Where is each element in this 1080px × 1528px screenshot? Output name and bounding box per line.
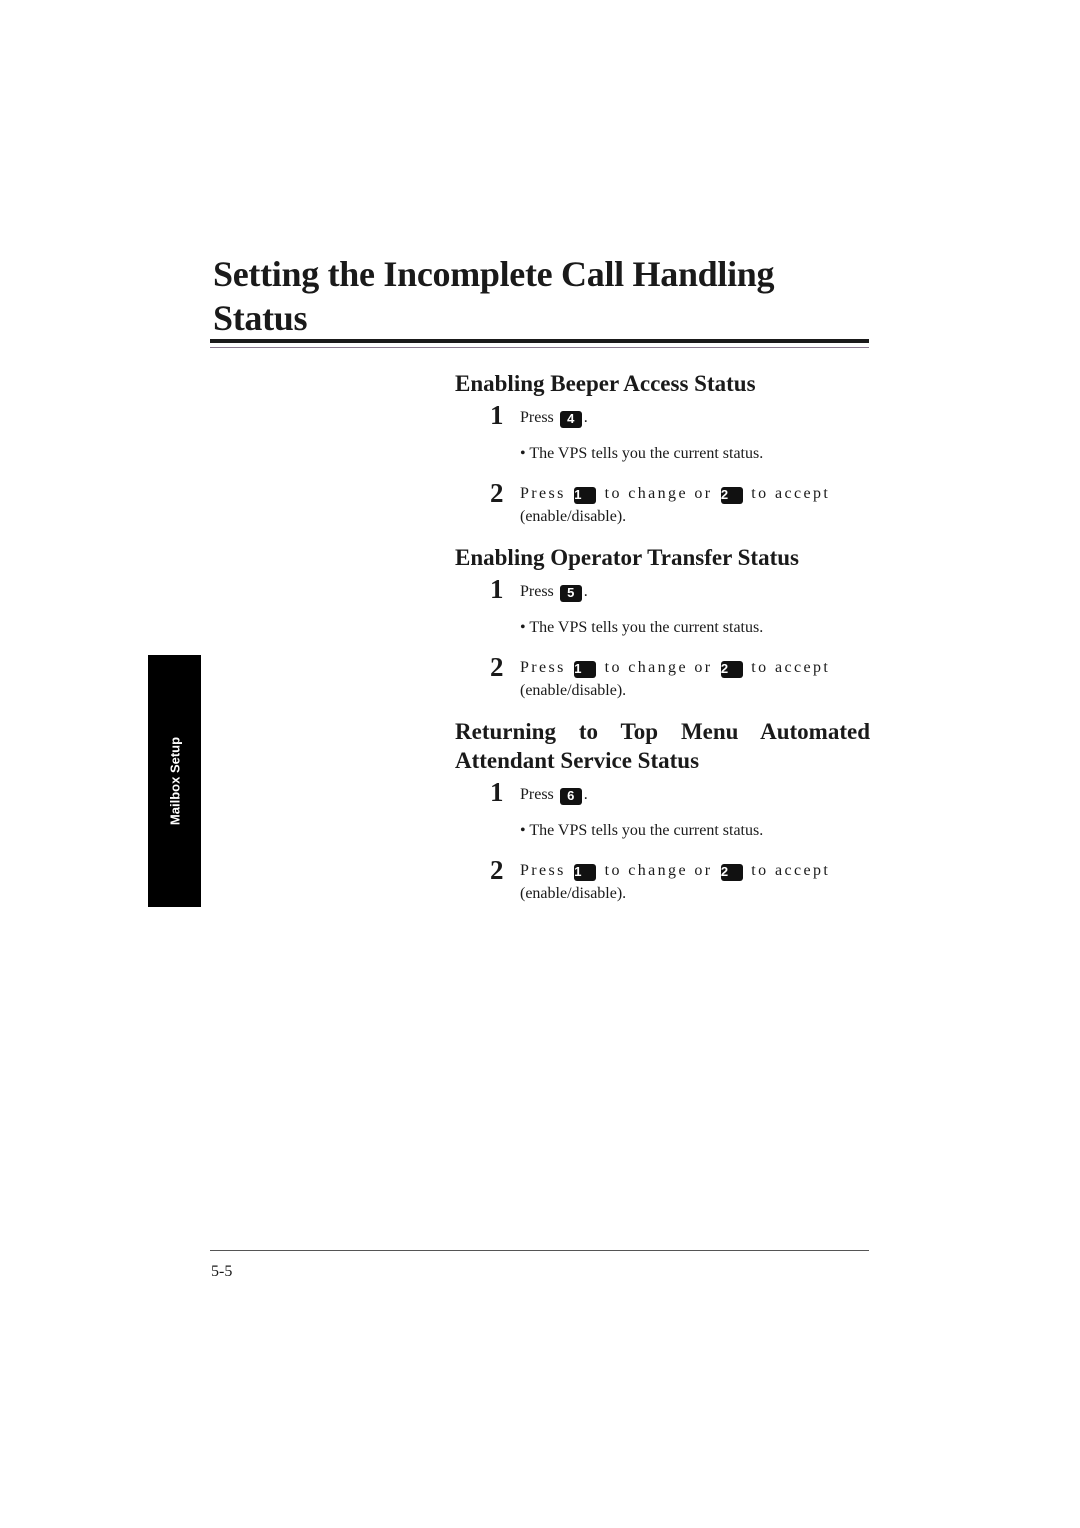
title-rule-thin [210,347,869,348]
key-2-icon: 2 [720,487,743,504]
step-text-prefix: Press [520,862,566,879]
status-note: • The VPS tells you the current status. [520,619,764,636]
section-beeper-access: Enabling Beeper Access Status 1 Press 4.… [455,369,870,528]
step-number: 1 [490,777,504,807]
section-operator-transfer: Enabling Operator Transfer Status 1 Pres… [455,543,870,702]
step-text: Press 6. [520,777,870,806]
step-number: 2 [490,478,504,508]
step-text-suffix: to accept [751,862,831,879]
step-text: Press 4. [520,400,870,429]
step-number: 2 [490,652,504,682]
step-text-prefix: Press [520,786,554,803]
step-text-suffix: to accept [751,659,831,676]
step-text: Press 1 to change or 2 to accept [520,652,870,679]
step-2: 2 Press 1 to change or 2 to accept (enab… [490,855,870,905]
step-1: 1 Press 5. [490,574,870,604]
section-heading: Returning to Top Menu Automated Attendan… [455,719,870,773]
step-text-middle: to change or [604,485,713,502]
key-2-icon: 2 [720,864,743,881]
key-1-icon: 1 [574,661,597,678]
step-1: 1 Press 4. [490,400,870,430]
step-number: 2 [490,855,504,885]
side-tab-label: Mailbox Setup [167,736,182,826]
step-text-prefix: Press [520,583,554,600]
status-note: • The VPS tells you the current status. [520,445,764,462]
step-text-middle: to change or [604,862,713,879]
step-2: 2 Press 1 to change or 2 to accept (enab… [490,652,870,702]
step-text-line2: (enable/disable). [520,885,627,902]
step-text-suffix: . [583,583,588,600]
key-5-icon: 5 [559,585,582,602]
key-6-icon: 6 [559,788,582,805]
step-number: 1 [490,574,504,604]
key-1-icon: 1 [574,487,597,504]
section-heading: Enabling Beeper Access Status [455,371,756,396]
step-text-suffix: . [583,409,588,426]
step-text-prefix: Press [520,409,554,426]
step-text-prefix: Press [520,485,566,502]
step-text-suffix: to accept [751,485,831,502]
section-top-menu-attendant: Returning to Top Menu Automated Attendan… [455,717,870,905]
step-1: 1 Press 6. [490,777,870,807]
key-2-icon: 2 [720,661,743,678]
step-text: Press 1 to change or 2 to accept [520,855,870,882]
step-text: Press 5. [520,574,870,603]
page-number: 5-5 [211,1263,233,1280]
section-heading: Enabling Operator Transfer Status [455,545,799,570]
page-title: Setting the Incomplete Call Handling Sta… [213,254,775,338]
step-text-prefix: Press [520,659,566,676]
step-text-suffix: . [583,786,588,803]
step-text-middle: to change or [604,659,713,676]
step-2: 2 Press 1 to change or 2 to accept (enab… [490,478,870,528]
title-rule-thick [210,339,869,343]
status-note: • The VPS tells you the current status. [520,822,764,839]
step-text-line2: (enable/disable). [520,682,627,699]
step-text: Press 1 to change or 2 to accept [520,478,870,505]
key-4-icon: 4 [559,411,582,428]
key-1-icon: 1 [574,864,597,881]
chapter-side-tab: Mailbox Setup [148,655,201,907]
step-text-line2: (enable/disable). [520,508,627,525]
step-number: 1 [490,400,504,430]
footer-rule [210,1250,869,1251]
